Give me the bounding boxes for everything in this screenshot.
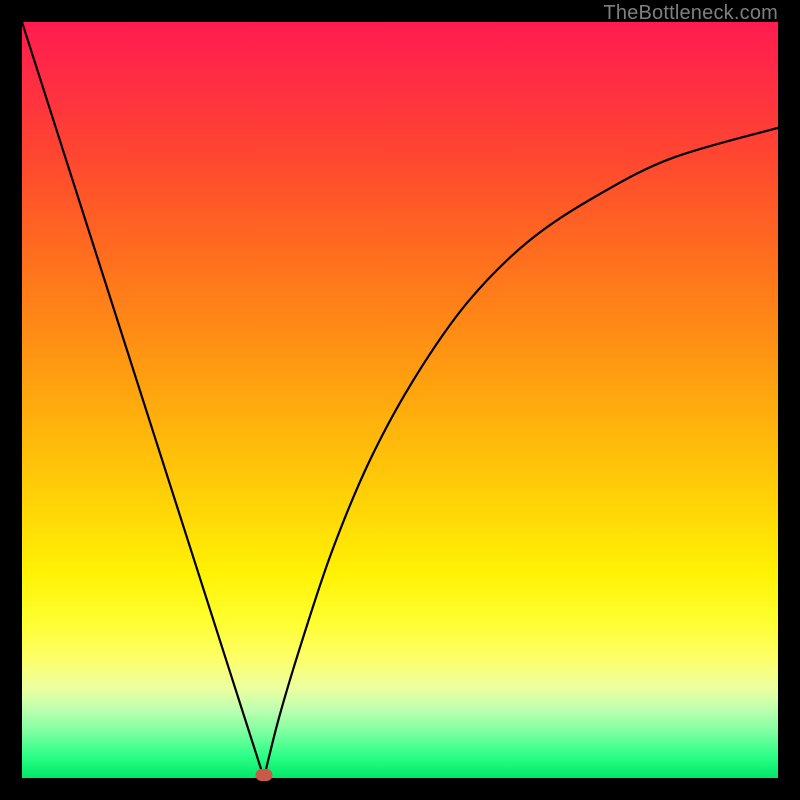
plot-area bbox=[22, 22, 778, 778]
minimum-marker bbox=[255, 769, 272, 781]
attribution-label: TheBottleneck.com bbox=[603, 2, 778, 25]
chart-container: TheBottleneck.com bbox=[0, 0, 800, 800]
bottleneck-curve bbox=[22, 22, 778, 778]
